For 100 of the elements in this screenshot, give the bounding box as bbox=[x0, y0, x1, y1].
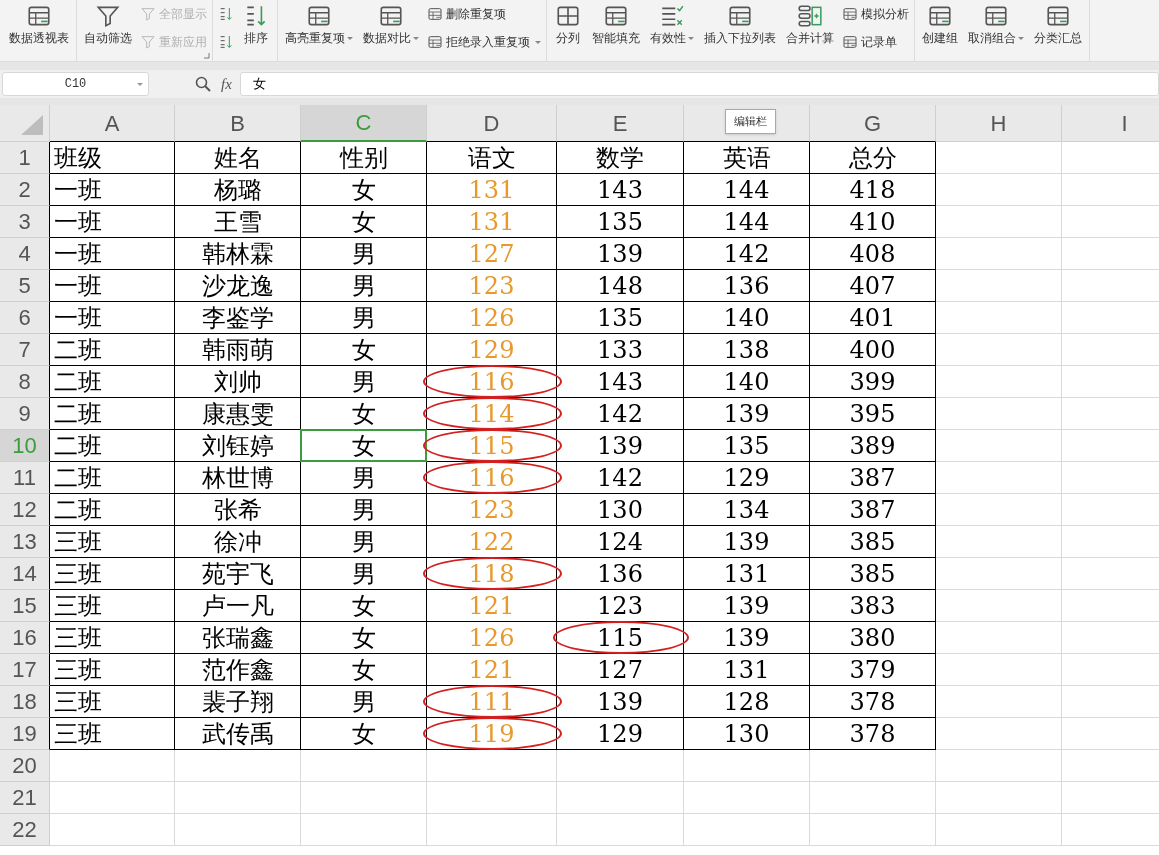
table-cell: 男 bbox=[301, 302, 427, 334]
row-header[interactable]: 2 bbox=[0, 174, 50, 206]
table-cell: 114 bbox=[427, 398, 557, 430]
table-cell: 380 bbox=[810, 622, 936, 654]
table-cell: 139 bbox=[684, 622, 810, 654]
ribbon-button[interactable]: 记录单 bbox=[842, 32, 909, 52]
table-icon bbox=[427, 6, 443, 22]
table-cell: 385 bbox=[810, 526, 936, 558]
table-cell: 三班 bbox=[50, 622, 175, 654]
table-cell: 119 bbox=[427, 718, 557, 750]
table-cell: 118 bbox=[427, 558, 557, 590]
table-cell: 一班 bbox=[50, 270, 175, 302]
row-header[interactable]: 1 bbox=[0, 142, 50, 174]
row-header[interactable]: 22 bbox=[0, 814, 50, 846]
row-header[interactable]: 20 bbox=[0, 750, 50, 782]
table-icon bbox=[842, 34, 858, 50]
function-label[interactable]: fx bbox=[221, 72, 232, 96]
ribbon-button[interactable]: 模拟分析 bbox=[842, 4, 909, 24]
row-header[interactable]: 5 bbox=[0, 270, 50, 302]
table-cell: 苑宇飞 bbox=[175, 558, 301, 590]
formula-input[interactable]: 女 bbox=[239, 72, 1159, 96]
name-box[interactable]: C10 bbox=[2, 72, 149, 96]
table-cell: 二班 bbox=[50, 462, 175, 494]
table-cell: 379 bbox=[810, 654, 936, 686]
ribbon-button[interactable]: 插入下拉列表 bbox=[702, 0, 778, 61]
table-cell: 性别 bbox=[301, 142, 427, 174]
row-header[interactable]: 19 bbox=[0, 718, 50, 750]
table-cell: 148 bbox=[557, 270, 684, 302]
table-cell: 一班 bbox=[50, 238, 175, 270]
table-cell: 女 bbox=[301, 174, 427, 206]
table-cell: 男 bbox=[301, 462, 427, 494]
row-header[interactable]: 14 bbox=[0, 558, 50, 590]
row-header[interactable]: 11 bbox=[0, 462, 50, 494]
table-cell: 139 bbox=[557, 238, 684, 270]
ribbon-button[interactable]: 数据透视表 bbox=[7, 0, 71, 61]
ribbon-button[interactable]: 分列 bbox=[552, 0, 584, 61]
ribbon-button[interactable]: 拒绝录入重复项 bbox=[427, 32, 541, 52]
ribbon-button[interactable]: 合并计算 bbox=[784, 0, 836, 61]
row-header[interactable]: 4 bbox=[0, 238, 50, 270]
table-cell: 徐冲 bbox=[175, 526, 301, 558]
ribbon-button[interactable]: 取消组合 bbox=[966, 0, 1026, 61]
table-cell: 395 bbox=[810, 398, 936, 430]
zoom-icon[interactable] bbox=[195, 76, 211, 92]
table-cell: 116 bbox=[427, 462, 557, 494]
row-header[interactable]: 17 bbox=[0, 654, 50, 686]
table-cell: 三班 bbox=[50, 526, 175, 558]
table-cell: 143 bbox=[557, 366, 684, 398]
row-header[interactable]: 9 bbox=[0, 398, 50, 430]
table-cell: 111 bbox=[427, 686, 557, 718]
table-cell: 林世博 bbox=[175, 462, 301, 494]
row-header[interactable]: 12 bbox=[0, 494, 50, 526]
table-cell: 英语 bbox=[684, 142, 810, 174]
row-header[interactable]: 6 bbox=[0, 302, 50, 334]
table-cell: 一班 bbox=[50, 302, 175, 334]
row-header[interactable]: 7 bbox=[0, 334, 50, 366]
ribbon-button[interactable]: 排序 bbox=[240, 0, 272, 61]
table-cell: 卢一凡 bbox=[175, 590, 301, 622]
row-header[interactable]: 18 bbox=[0, 686, 50, 718]
column-header[interactable]: I bbox=[1062, 105, 1159, 142]
table-cell: 128 bbox=[684, 686, 810, 718]
sort-icon bbox=[218, 6, 234, 22]
column-header[interactable]: E bbox=[557, 105, 684, 142]
row-header[interactable]: 13 bbox=[0, 526, 50, 558]
table-cell: 女 bbox=[301, 398, 427, 430]
table-cell: 三班 bbox=[50, 718, 175, 750]
ribbon-button[interactable]: 智能填充 bbox=[590, 0, 642, 61]
column-header[interactable]: A bbox=[50, 105, 175, 142]
table-cell: 男 bbox=[301, 558, 427, 590]
table-cell: 121 bbox=[427, 654, 557, 686]
ribbon-button[interactable]: 分类汇总 bbox=[1032, 0, 1084, 61]
table-cell: 女 bbox=[301, 590, 427, 622]
row-header[interactable]: 15 bbox=[0, 590, 50, 622]
row-header[interactable]: 8 bbox=[0, 366, 50, 398]
table-cell: 男 bbox=[301, 270, 427, 302]
table-cell: 383 bbox=[810, 590, 936, 622]
row-header[interactable]: 3 bbox=[0, 206, 50, 238]
table-cell: 126 bbox=[427, 622, 557, 654]
table-cell: 131 bbox=[427, 174, 557, 206]
table-cell: 裴子翔 bbox=[175, 686, 301, 718]
table-cell: 121 bbox=[427, 590, 557, 622]
ribbon-button[interactable]: 数据对比 bbox=[361, 0, 421, 61]
column-header[interactable]: B bbox=[175, 105, 301, 142]
ribbon-button[interactable]: 创建组 bbox=[920, 0, 960, 61]
column-header[interactable]: H bbox=[936, 105, 1062, 142]
row-header[interactable]: 21 bbox=[0, 782, 50, 814]
table-cell: 139 bbox=[684, 526, 810, 558]
table-cell: 139 bbox=[684, 590, 810, 622]
table-cell: 女 bbox=[301, 206, 427, 238]
ribbon-button[interactable]: 高亮重复项 bbox=[283, 0, 355, 61]
table-cell: 韩林霖 bbox=[175, 238, 301, 270]
column-header[interactable]: D bbox=[427, 105, 557, 142]
ribbon-button[interactable]: 自动筛选 bbox=[82, 0, 134, 61]
table-cell: 123 bbox=[557, 590, 684, 622]
column-header[interactable]: G bbox=[810, 105, 936, 142]
table-cell: 三班 bbox=[50, 590, 175, 622]
caret-icon bbox=[535, 40, 541, 44]
table-cell: 122 bbox=[427, 526, 557, 558]
ribbon-button[interactable]: 有效性 bbox=[648, 0, 696, 61]
ribbon-button[interactable]: 删除重复项 bbox=[427, 4, 541, 24]
row-header[interactable]: 16 bbox=[0, 622, 50, 654]
